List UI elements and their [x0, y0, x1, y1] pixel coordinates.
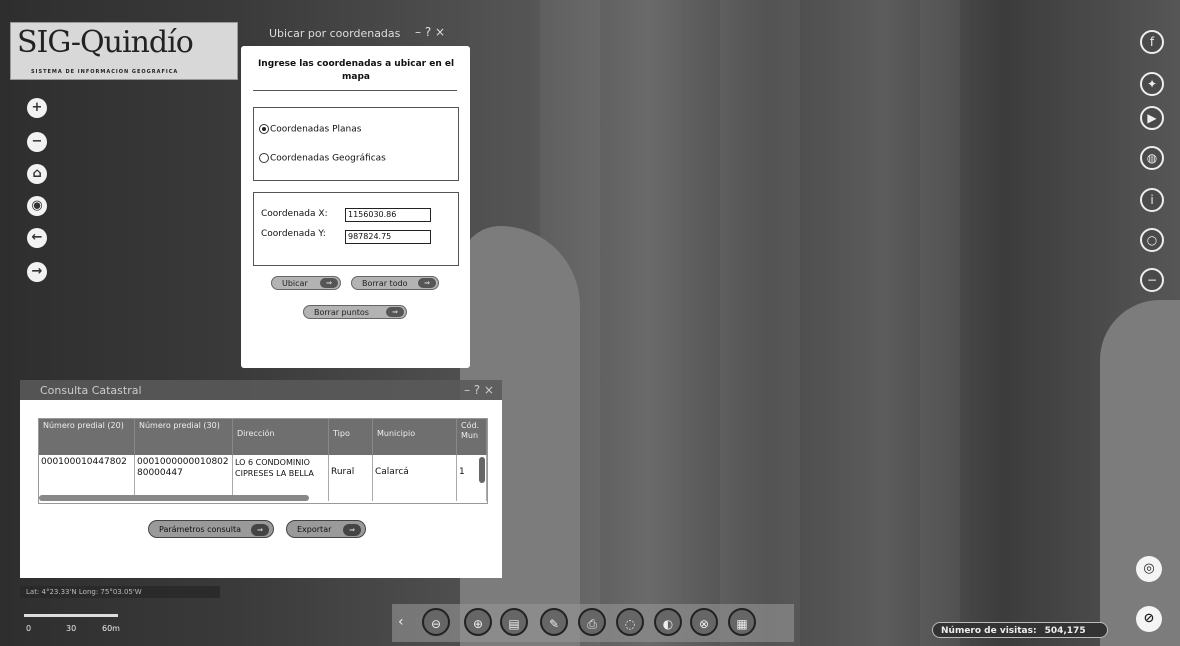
- locate-icon[interactable]: ◉: [27, 196, 47, 216]
- toolbar-scroll-left[interactable]: ‹: [398, 614, 404, 630]
- borrar-todo-label: Borrar todo: [362, 279, 408, 288]
- visibility-icon[interactable]: ⊘: [1136, 606, 1162, 632]
- radio-geograficas-label: Coordenadas Geográficas: [270, 153, 386, 164]
- twitter-icon[interactable]: ✦: [1140, 72, 1164, 96]
- borrar-puntos-label: Borrar puntos: [314, 308, 369, 317]
- arrow-icon: ⇒: [343, 524, 361, 536]
- catastro-panel: Número predial (20) Número predial (30) …: [20, 400, 502, 578]
- radio-geograficas[interactable]: Coordenadas Geográficas: [259, 153, 386, 164]
- coordinate-readout: Lat: 4°23.33'N Long: 75°03.05'W: [20, 586, 220, 598]
- catastro-title: Consulta Catastral: [40, 384, 142, 397]
- home-icon[interactable]: ⌂: [27, 164, 47, 184]
- identify-icon[interactable]: ◌: [616, 608, 644, 636]
- divider: [253, 90, 457, 91]
- vertical-scrollbar[interactable]: [479, 457, 485, 483]
- column-header[interactable]: Número predial (30): [135, 419, 233, 455]
- radio-planas[interactable]: Coordenadas Planas: [259, 124, 361, 135]
- map-icon[interactable]: ▤: [500, 608, 528, 636]
- draw-icon[interactable]: ✎: [540, 608, 568, 636]
- visit-counter: Número de visitas: 504,175: [932, 622, 1108, 638]
- scale-label: 0: [26, 624, 32, 633]
- radio-unselected-icon[interactable]: [259, 153, 269, 163]
- coord-dialog-controls[interactable]: – ? ×: [415, 25, 445, 39]
- coord-type-group: [253, 107, 459, 181]
- report-icon[interactable]: ▦: [728, 608, 756, 636]
- zoom-out-icon[interactable]: −: [27, 132, 47, 152]
- arrow-icon: ⇒: [386, 307, 404, 317]
- circle-icon[interactable]: ○: [1140, 228, 1164, 252]
- coord-x-input[interactable]: 1156030.86: [345, 208, 431, 222]
- radio-selected-icon[interactable]: [259, 124, 269, 134]
- facebook-icon[interactable]: f: [1140, 30, 1164, 54]
- tools-toolbar: ‹ ⊖ ⊕ ▤ ✎ ⎙ ◌ ◐ ⊗ ▦: [392, 604, 794, 642]
- zoom-in-icon[interactable]: +: [27, 98, 47, 118]
- column-header[interactable]: Tipo: [329, 419, 373, 455]
- arrow-icon: ⇒: [251, 524, 269, 536]
- coordinates-icon[interactable]: ⊗: [690, 608, 718, 636]
- params-button-label: Parámetros consulta: [159, 525, 241, 534]
- ubicar-button-label: Ubicar: [282, 279, 308, 288]
- catastro-titlebar[interactable]: Consulta Catastral – ? ×: [20, 380, 502, 400]
- column-header[interactable]: Dirección: [233, 419, 329, 455]
- globe-icon[interactable]: ◍: [1140, 146, 1164, 170]
- layers-icon[interactable]: ⊕: [464, 608, 492, 636]
- column-header[interactable]: Número predial (20): [39, 419, 135, 455]
- app-logo: SIG-Quindío SISTEMA DE INFORMACION GEOGR…: [10, 22, 238, 80]
- print-icon[interactable]: ⎙: [578, 608, 606, 636]
- coord-dialog-titlebar[interactable]: Ubicar por coordenadas – ? ×: [245, 24, 470, 42]
- borrar-puntos-button[interactable]: Borrar puntos ⇒: [303, 305, 407, 319]
- table-cell[interactable]: Rural: [329, 455, 373, 501]
- map-terrain: [920, 0, 960, 646]
- coord-y-label: Coordenada Y:: [261, 229, 326, 239]
- overview-icon[interactable]: ◎: [1136, 556, 1162, 582]
- export-button[interactable]: Exportar ⇒: [286, 520, 366, 538]
- arrow-icon: ⇒: [418, 278, 436, 288]
- radio-planas-label: Coordenadas Planas: [270, 124, 362, 135]
- info-icon[interactable]: i: [1140, 188, 1164, 212]
- map-region: [1100, 300, 1180, 646]
- forward-icon[interactable]: →: [27, 262, 47, 282]
- back-icon[interactable]: ←: [27, 228, 47, 248]
- catastro-controls[interactable]: – ? ×: [464, 383, 494, 397]
- ubicar-button[interactable]: Ubicar ⇒: [271, 276, 341, 290]
- scale-bar: [24, 614, 118, 617]
- measure-icon[interactable]: ⊖: [422, 608, 450, 636]
- visits-count: 504,175: [1044, 626, 1086, 636]
- arrow-icon: ⇒: [320, 278, 338, 288]
- coord-dialog-title: Ubicar por coordenadas: [269, 27, 401, 40]
- visits-label: Número de visitas:: [941, 626, 1037, 636]
- scale-label: 60m: [102, 624, 120, 633]
- coord-x-label: Coordenada X:: [261, 209, 328, 219]
- logo-title: SIG-Quindío: [17, 25, 194, 60]
- column-header[interactable]: Municipio: [373, 419, 457, 455]
- table-cell[interactable]: Calarcá: [373, 455, 457, 501]
- coord-y-input[interactable]: 987824.75: [345, 230, 431, 244]
- coord-dialog-heading: Ingrese las coordenadas a ubicar en el m…: [257, 59, 455, 82]
- buffer-icon[interactable]: ◐: [654, 608, 682, 636]
- horizontal-scrollbar[interactable]: [39, 495, 309, 501]
- export-button-label: Exportar: [297, 525, 332, 534]
- borrar-todo-button[interactable]: Borrar todo ⇒: [351, 276, 439, 290]
- catastro-table: Número predial (20) Número predial (30) …: [38, 418, 488, 504]
- scale-label: 30: [66, 624, 77, 633]
- logo-subtitle: SISTEMA DE INFORMACION GEOGRAFICA: [31, 69, 179, 75]
- minus-circle-icon[interactable]: −: [1140, 268, 1164, 292]
- map-terrain: [720, 0, 800, 646]
- column-header[interactable]: Cód. Mun: [457, 419, 487, 455]
- params-button[interactable]: Parámetros consulta ⇒: [148, 520, 274, 538]
- coord-dialog: Ingrese las coordenadas a ubicar en el m…: [241, 46, 470, 368]
- youtube-icon[interactable]: ▶: [1140, 106, 1164, 130]
